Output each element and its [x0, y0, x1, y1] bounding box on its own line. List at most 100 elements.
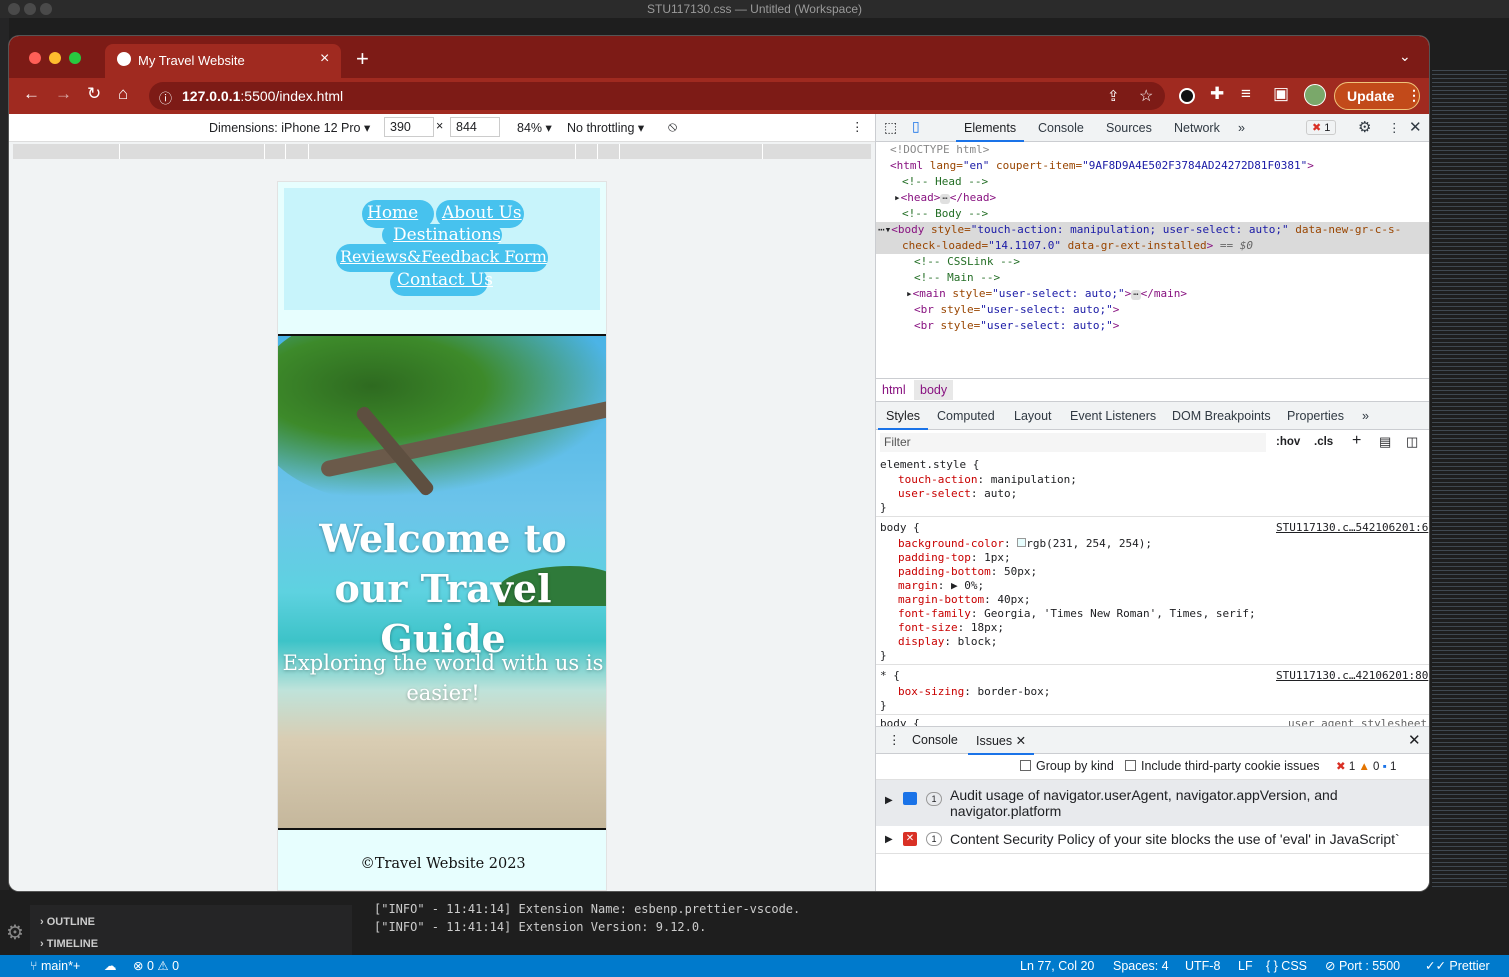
nav-home-link[interactable]: Home — [367, 203, 418, 223]
tab-properties[interactable]: Properties — [1287, 402, 1344, 430]
drawer-tab-console[interactable]: Console — [912, 733, 958, 747]
sync-icon[interactable]: ☁ — [104, 955, 117, 977]
rule-selector[interactable]: body { — [880, 717, 920, 726]
paint-icon[interactable]: ▤ — [1379, 434, 1391, 450]
css-declaration[interactable]: margin-bottom: 40px; — [898, 593, 1030, 607]
css-declaration[interactable]: padding-bottom: 50px; — [898, 565, 1037, 579]
drawer-menu-icon[interactable]: ⋮ — [888, 732, 901, 747]
device-more-icon[interactable]: ⋮ — [851, 119, 864, 134]
error-badge[interactable]: ✖ 1 — [1306, 120, 1337, 135]
close-devtools-icon[interactable]: ✕ — [1409, 114, 1422, 142]
dom-doctype[interactable]: <!DOCTYPE html> — [890, 142, 989, 158]
device-toggle-icon[interactable]: ▯ — [912, 118, 920, 135]
rotate-icon[interactable]: ⦸ — [668, 118, 677, 135]
zoom-window-button[interactable] — [69, 52, 81, 64]
close-drawer-icon[interactable]: ✕ — [1408, 731, 1421, 749]
branch-status[interactable]: ⑂ main*+ — [30, 955, 80, 977]
throttling-select[interactable]: No throttling ▾ — [567, 120, 644, 135]
prettier-status[interactable]: ✓✓ Prettier — [1425, 955, 1490, 977]
back-icon[interactable]: ← — [23, 84, 40, 104]
color-swatch[interactable] — [1017, 538, 1027, 547]
nav-about-link[interactable]: About Us — [442, 203, 522, 223]
bookmark-star-icon[interactable]: ☆ — [1139, 86, 1153, 106]
tab-elements[interactable]: Elements — [956, 114, 1025, 142]
browser-tab-active[interactable]: My Travel Website × — [105, 44, 341, 78]
extension-icon[interactable] — [1179, 88, 1195, 104]
dom-comment-body[interactable]: <!-- Body --> — [902, 206, 988, 222]
devtools-more-icon[interactable]: ⋮ — [1388, 114, 1401, 142]
rule-source-link[interactable]: STU117130.c…542106201:6 — [1276, 521, 1428, 534]
device-height-input[interactable]: 844 — [450, 117, 500, 137]
live-server-status[interactable]: ⊘ Port : 5500 — [1325, 955, 1400, 977]
problems-status[interactable]: ⊗ 0 ⚠ 0 — [133, 955, 179, 977]
css-declaration[interactable]: user-select: auto; — [898, 487, 1017, 501]
timeline-section[interactable]: › TIMELINE — [40, 938, 98, 950]
nav-destinations-link[interactable]: Destinations — [393, 225, 501, 245]
media-control-icon[interactable]: ≡ — [1241, 84, 1251, 104]
cursor-position[interactable]: Ln 77, Col 20 — [1020, 955, 1094, 977]
site-info-icon[interactable]: ⓘ — [159, 88, 172, 107]
dom-body-node[interactable]: ⋯▾<body style="touch-action: manipulatio… — [878, 222, 1401, 238]
indent-status[interactable]: Spaces: 4 — [1113, 955, 1169, 977]
dom-comment-main[interactable]: <!-- Main --> — [914, 270, 1000, 286]
tab-sources[interactable]: Sources — [1106, 114, 1152, 142]
encoding-status[interactable]: UTF-8 — [1185, 955, 1220, 977]
tab-search-chevron-icon[interactable]: ⌄ — [1399, 48, 1411, 65]
new-tab-icon[interactable]: + — [356, 46, 369, 72]
tab-layout[interactable]: Layout — [1014, 402, 1052, 430]
side-panel-icon[interactable]: ▣ — [1273, 84, 1289, 104]
dom-head-node[interactable]: ▸<head> ⋯ </head> — [894, 190, 996, 206]
css-declaration[interactable]: margin: ▶ 0%; — [898, 579, 984, 593]
nav-reviews-link[interactable]: Reviews&Feedback Form — [340, 247, 547, 266]
rule-selector[interactable]: body { — [880, 521, 920, 535]
zoom-select[interactable]: 84% ▾ — [517, 120, 552, 135]
eol-status[interactable]: LF — [1238, 955, 1253, 977]
extensions-puzzle-icon[interactable]: ✚ — [1210, 84, 1224, 104]
vscode-zoom-dot[interactable] — [40, 3, 52, 15]
vscode-minimize-dot[interactable] — [24, 3, 36, 15]
dom-br-node[interactable]: <br style="user-select: auto;"> — [914, 302, 1119, 318]
more-subtabs-icon[interactable]: » — [1362, 402, 1369, 430]
new-rule-icon[interactable]: + — [1352, 432, 1361, 450]
rule-selector[interactable]: element.style { — [880, 458, 979, 472]
tab-event-listeners[interactable]: Event Listeners — [1070, 402, 1156, 430]
drawer-tab-issues[interactable]: Issues ✕ — [968, 727, 1035, 755]
hov-toggle[interactable]: :hov — [1276, 436, 1300, 448]
address-bar[interactable]: ⓘ 127.0.0.1:5500/index.html ⇪ ☆ — [149, 82, 1165, 110]
css-declaration[interactable]: font-family: Georgia, 'Times New Roman',… — [898, 607, 1256, 621]
tab-computed[interactable]: Computed — [937, 402, 995, 430]
css-declaration[interactable]: display: block; — [898, 635, 997, 649]
home-icon[interactable]: ⌂ — [118, 84, 128, 104]
nav-contact-link[interactable]: Contact Us — [397, 270, 493, 290]
inspect-element-icon[interactable]: ⬚ — [884, 119, 897, 136]
more-tabs-icon[interactable]: » — [1238, 114, 1245, 142]
update-button[interactable]: Update ⋮ — [1334, 82, 1421, 110]
rule-source-link[interactable]: STU117130.c…42106201:80 — [1276, 669, 1428, 682]
issue-row[interactable]: ▶ ✕ 1 Content Security Policy of your si… — [876, 826, 1429, 854]
third-party-checkbox[interactable] — [1125, 760, 1136, 771]
device-width-input[interactable]: 390 — [384, 117, 434, 137]
dom-body-node-cont[interactable]: check-loaded="14.1107.0" data-gr-ext-ins… — [902, 238, 1253, 254]
close-window-button[interactable] — [29, 52, 41, 64]
css-declaration[interactable]: touch-action: manipulation; — [898, 473, 1077, 487]
collapsed-ellipsis-icon[interactable]: ⋯ — [1131, 290, 1141, 300]
collapsed-ellipsis-icon[interactable]: ⋯ — [940, 194, 950, 204]
css-declaration[interactable]: background-color: rgb(231, 254, 254); — [898, 537, 1152, 551]
breadcrumb-html[interactable]: html — [882, 383, 906, 397]
forward-icon[interactable]: → — [55, 84, 72, 104]
tab-console[interactable]: Console — [1038, 114, 1084, 142]
breadcrumb-body[interactable]: body — [914, 380, 954, 400]
share-icon[interactable]: ⇪ — [1107, 87, 1120, 105]
dom-comment-css[interactable]: <!-- CSSLink --> — [914, 254, 1020, 270]
language-status[interactable]: { } CSS — [1266, 955, 1307, 977]
tab-network[interactable]: Network — [1174, 114, 1220, 142]
dom-html-node[interactable]: <html lang="en" coupert-item="9AF8D9A4E5… — [890, 158, 1314, 174]
close-tab-icon[interactable]: × — [320, 50, 329, 68]
device-select[interactable]: Dimensions: iPhone 12 Pro ▾ — [209, 120, 370, 135]
media-query-ruler[interactable] — [13, 144, 871, 159]
profile-avatar[interactable] — [1304, 84, 1326, 106]
css-declaration[interactable]: padding-top: 1px; — [898, 551, 1011, 565]
cls-toggle[interactable]: .cls — [1314, 436, 1333, 448]
settings-gear-icon[interactable]: ⚙ — [0, 920, 30, 955]
rule-selector[interactable]: * { — [880, 669, 900, 683]
